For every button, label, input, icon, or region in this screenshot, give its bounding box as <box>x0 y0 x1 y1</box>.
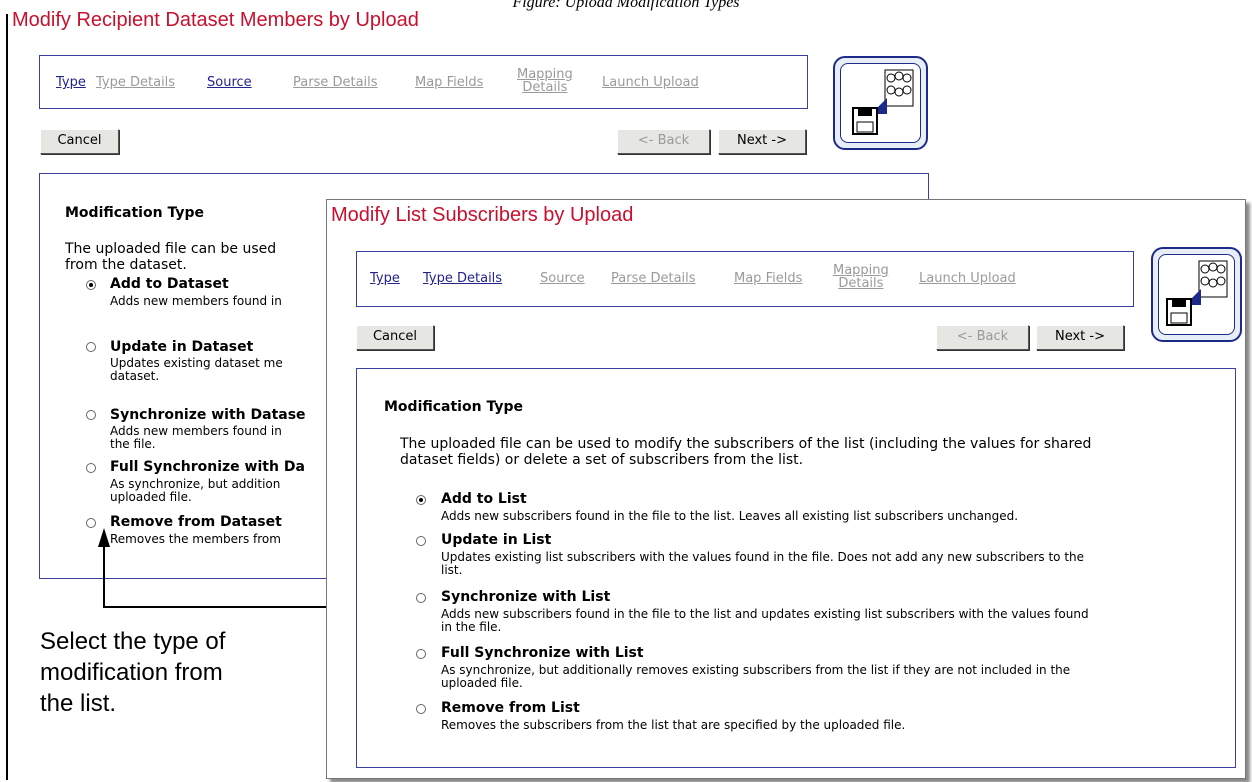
front-content-panel: Modification Type The uploaded file can … <box>356 368 1236 768</box>
front-step-launch-upload: Launch Upload <box>919 271 1016 286</box>
front-step-type[interactable]: Type <box>370 271 400 286</box>
front-radio-full-sync[interactable] <box>416 649 426 659</box>
front-desc-update-1: Updates existing list subscribers with t… <box>441 550 1085 564</box>
annotation-line1: Select the type of <box>40 628 226 655</box>
front-desc-sync-2: in the file. <box>441 620 502 634</box>
annotation-text: Select the type of modification from the… <box>40 626 225 719</box>
front-back-button[interactable]: <- Back <box>936 325 1029 350</box>
front-window-title: Modify List Subscribers by Upload <box>331 204 634 226</box>
front-step-mapping-line2: Details <box>838 276 884 291</box>
front-desc-full-2: uploaded file. <box>441 676 523 690</box>
front-option-label-add: Add to List <box>441 491 527 507</box>
front-option-label-update: Update in List <box>441 532 552 548</box>
front-step-parse-details: Parse Details <box>611 271 696 286</box>
front-step-mapping-details: Mapping Details <box>833 264 889 290</box>
front-radio-sync[interactable] <box>416 593 426 603</box>
front-radio-add[interactable] <box>416 495 426 505</box>
front-upload-wizard-icon <box>1151 247 1242 342</box>
annotation-line3: the list. <box>40 690 117 717</box>
front-option-desc-full-sync: As synchronize, but additionally removes… <box>441 664 1070 690</box>
front-cancel-button[interactable]: Cancel <box>356 325 434 350</box>
front-step-type-details[interactable]: Type Details <box>423 271 502 286</box>
front-option-desc-sync: Adds new subscribers found in the file t… <box>441 608 1089 634</box>
front-option-desc-update: Updates existing list subscribers with t… <box>441 551 1084 577</box>
front-desc-full-1: As synchronize, but additionally removes… <box>441 663 1071 677</box>
front-intro-line2: dataset fields) or delete a set of subsc… <box>400 452 804 468</box>
front-option-desc-add: Adds new subscribers found in the file t… <box>441 509 1019 523</box>
front-intro-line1: The uploaded file can be used to modify … <box>400 436 1092 452</box>
front-intro-text: The uploaded file can be used to modify … <box>400 436 1220 468</box>
front-option-label-full-sync: Full Synchronize with List <box>441 645 644 661</box>
front-step-source: Source <box>540 271 585 286</box>
annotation-line2: modification from <box>40 659 223 686</box>
front-option-desc-remove: Removes the subscribers from the list th… <box>441 718 906 732</box>
front-option-label-sync: Synchronize with List <box>441 589 611 605</box>
front-radio-update[interactable] <box>416 536 426 546</box>
front-next-button[interactable]: Next -> <box>1036 325 1124 350</box>
front-window: Modify List Subscribers by Upload Type T… <box>326 199 1246 779</box>
front-radio-remove[interactable] <box>416 704 426 714</box>
front-step-nav: Type Type Details Source Parse Details M… <box>356 251 1134 307</box>
front-section-heading: Modification Type <box>384 399 523 415</box>
front-option-label-remove: Remove from List <box>441 700 580 716</box>
front-desc-sync-1: Adds new subscribers found in the file t… <box>441 607 1089 621</box>
front-step-map-fields: Map Fields <box>734 271 803 286</box>
front-desc-update-2: list. <box>441 563 463 577</box>
